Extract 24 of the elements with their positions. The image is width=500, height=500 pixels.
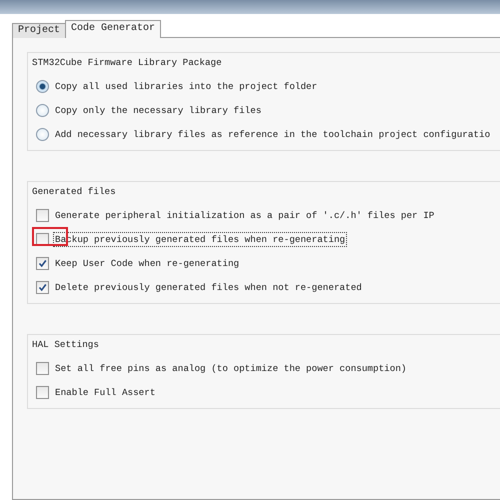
tab[interactable]: Project [12, 23, 66, 38]
checkbox[interactable] [36, 280, 49, 294]
group-title: HAL Settings [32, 339, 100, 350]
checkbox[interactable] [36, 208, 49, 222]
radio-button[interactable] [36, 128, 49, 140]
checkbox[interactable] [36, 232, 49, 246]
radio-button[interactable] [36, 80, 49, 92]
checkbox[interactable] [36, 256, 49, 270]
group-title: STM32Cube Firmware Library Package [32, 57, 223, 68]
radio-button[interactable] [36, 104, 49, 116]
option-label: Generate peripheral initialization as a pair of '.c/.h' files per IP [54, 208, 436, 222]
option-label: Add necessary library files as reference in the toolchain project configuratio [54, 128, 492, 142]
group-title: Generated files [32, 186, 117, 197]
checkbox[interactable] [36, 362, 49, 374]
check-icon [38, 282, 47, 292]
option-label: Copy all used libraries into the project folder [54, 80, 318, 94]
tab[interactable]: Code Generator [65, 20, 162, 38]
check-icon [38, 258, 47, 268]
option-label: Enable Full Assert [54, 386, 156, 400]
option-label: Keep User Code when re-generating [54, 256, 240, 270]
checkbox[interactable] [36, 386, 49, 398]
option-label: Set all free pins as analog (to optimize the power consumption) [54, 362, 408, 376]
option-label: Copy only the necessary library files [54, 104, 262, 118]
option-label: Delete previously generated files when not re-generated [54, 280, 363, 294]
